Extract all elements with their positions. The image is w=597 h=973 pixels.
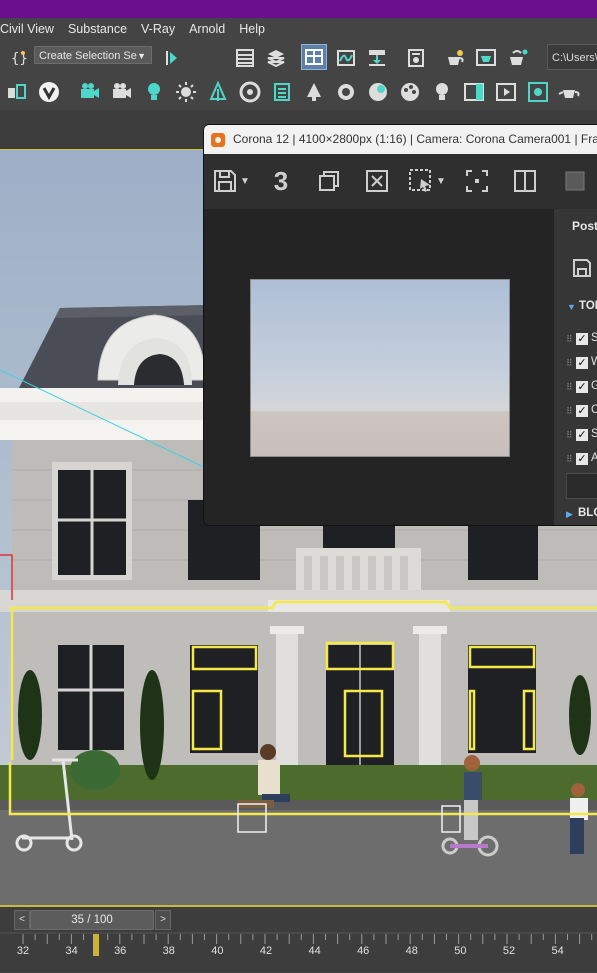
vray-palette-icon[interactable] (398, 80, 422, 104)
menu-civil-view[interactable]: Civil View (0, 22, 68, 36)
curly-braces-icon[interactable]: {} (6, 46, 30, 70)
vray-fur-icon[interactable] (206, 80, 230, 104)
bloom-section-toggle-icon[interactable]: ▶ (566, 509, 573, 520)
timeline-tick-label: 50 (454, 945, 467, 957)
clear-icon[interactable] (362, 166, 392, 196)
tone-add-field[interactable] (566, 473, 597, 499)
tone-option-label: S (591, 332, 597, 344)
vray-plane-icon[interactable] (302, 80, 326, 104)
timeline-tick-label: 48 (405, 945, 418, 957)
vray-bulb-icon[interactable] (430, 80, 454, 104)
selection-set-value: Create Selection Se (39, 50, 137, 62)
save-image-icon[interactable] (210, 166, 240, 196)
corona-frame-buffer-window[interactable]: Corona 12 | 4100×2800px (1:16) | Camera:… (203, 124, 597, 526)
tone-option-label: S (591, 428, 597, 440)
selection-set-dropdown[interactable]: Create Selection Se ▼ (34, 46, 152, 64)
tone-option-label: C (591, 404, 597, 416)
menu-bar: Civil View Substance V-Ray Arnold Help (0, 18, 597, 40)
fit-view-icon[interactable] (462, 166, 492, 196)
tone-section-toggle-icon[interactable]: ▼ (567, 302, 576, 312)
vray-camera-icon[interactable] (78, 80, 102, 104)
vray-sphere-icon[interactable] (334, 80, 358, 104)
vray-icon[interactable] (37, 80, 61, 104)
tone-option-label: W (591, 356, 597, 368)
scene-explorer-icon[interactable] (233, 46, 257, 70)
region-render-icon[interactable] (406, 166, 436, 196)
vray-frame-buffer-icon[interactable] (462, 80, 486, 104)
checkbox-checked-icon[interactable]: ✓ (576, 453, 588, 465)
timeline-tick-label: 46 (357, 945, 370, 957)
mirror-icon[interactable] (160, 46, 184, 70)
render-preview-image (250, 279, 510, 457)
toggle-ribbon-icon[interactable] (301, 44, 327, 70)
vfb-title-bar[interactable]: Corona 12 | 4100×2800px (1:16) | Camera:… (204, 125, 597, 154)
save-preset-icon[interactable] (572, 258, 592, 281)
timeline-tick-label: 52 (502, 945, 516, 957)
copy-icon[interactable] (314, 166, 344, 196)
post-panel: Post ▼ TONE ⠿✓S ⠿✓W ⠿✓G ⠿✓C ⠿✓S ⠿✓A ▶ BL… (554, 209, 597, 525)
timeline-tick-label: 34 (65, 945, 78, 957)
corona-logo-icon (211, 133, 225, 147)
checkbox-checked-icon[interactable]: ✓ (576, 429, 588, 441)
vray-light-icon[interactable] (142, 80, 166, 104)
current-frame-marker[interactable] (93, 934, 99, 956)
time-slider[interactable]: 35 / 100 (30, 910, 154, 930)
timeline-tick-label: 32 (16, 945, 30, 957)
vray-teapot-icon[interactable] (558, 80, 582, 104)
vray-list-icon[interactable] (270, 80, 294, 104)
menu-vray[interactable]: V-Ray (141, 22, 189, 36)
timeline-tick-label: 36 (114, 945, 127, 957)
project-path-field[interactable]: C:\Users\ (547, 44, 597, 70)
checkbox-checked-icon[interactable]: ✓ (576, 405, 588, 417)
menu-arnold[interactable]: Arnold (189, 22, 239, 36)
next-frame-button[interactable]: > (155, 910, 171, 930)
timeline-tick-label: 54 (551, 945, 564, 957)
drag-grip-icon[interactable]: ⠿ (566, 381, 573, 393)
menu-substance[interactable]: Substance (68, 22, 141, 36)
vfb-title: Corona 12 | 4100×2800px (1:16) | Camera:… (233, 132, 597, 146)
render-setup-icon[interactable] (443, 46, 467, 70)
save-options-chevron-icon[interactable]: ▼ (238, 166, 252, 196)
render-production-icon[interactable] (506, 46, 530, 70)
drag-grip-icon[interactable]: ⠿ (566, 333, 573, 345)
drag-grip-icon[interactable]: ⠿ (566, 453, 573, 465)
vray-proxy-icon[interactable] (238, 80, 262, 104)
drag-grip-icon[interactable]: ⠿ (566, 429, 573, 441)
split-view-icon[interactable] (510, 166, 540, 196)
checkbox-checked-icon[interactable]: ✓ (576, 357, 588, 369)
chevron-down-icon: ▼ (137, 51, 146, 61)
timeline-tick-label: 42 (259, 945, 273, 957)
bloom-section-label[interactable]: BLO (578, 507, 597, 519)
vfb-toolbar: ▼ 3 ▼ (204, 154, 597, 210)
vray-sun-icon[interactable] (174, 80, 198, 104)
layer-explorer-icon[interactable] (264, 46, 288, 70)
post-tab-label[interactable]: Post (572, 219, 597, 233)
curve-editor-icon[interactable] (334, 46, 358, 70)
tone-section-label[interactable]: TONE (579, 300, 597, 312)
vray-material-icon[interactable] (366, 80, 390, 104)
menu-help[interactable]: Help (239, 22, 279, 36)
checkbox-checked-icon[interactable]: ✓ (576, 333, 588, 345)
timeline-tick-label: 38 (162, 945, 175, 957)
prev-frame-button[interactable]: < (14, 910, 30, 930)
rendered-frame-window-icon[interactable] (474, 46, 498, 70)
vray-interactive-icon[interactable] (526, 80, 550, 104)
vray-scene-icon[interactable] (5, 80, 29, 104)
vray-physical-camera-icon[interactable] (110, 80, 134, 104)
timeline-tick-label: 40 (211, 945, 224, 957)
checkbox-checked-icon[interactable]: ✓ (576, 381, 588, 393)
material-editor-icon[interactable] (404, 46, 428, 70)
region-options-chevron-icon[interactable]: ▼ (434, 166, 448, 196)
tone-option-label: G (591, 380, 597, 392)
drag-grip-icon[interactable]: ⠿ (566, 405, 573, 417)
vray-toolbar (0, 74, 597, 110)
timeline-tick-label: 44 (308, 945, 321, 957)
window-title-strip (0, 0, 597, 18)
tone-option-label: A (591, 452, 597, 464)
schematic-view-icon[interactable] (365, 46, 389, 70)
vray-render-icon[interactable] (494, 80, 518, 104)
drag-grip-icon[interactable]: ⠿ (566, 357, 573, 369)
stop-render-icon[interactable] (560, 166, 590, 196)
render-pass-number[interactable]: 3 (266, 166, 296, 196)
